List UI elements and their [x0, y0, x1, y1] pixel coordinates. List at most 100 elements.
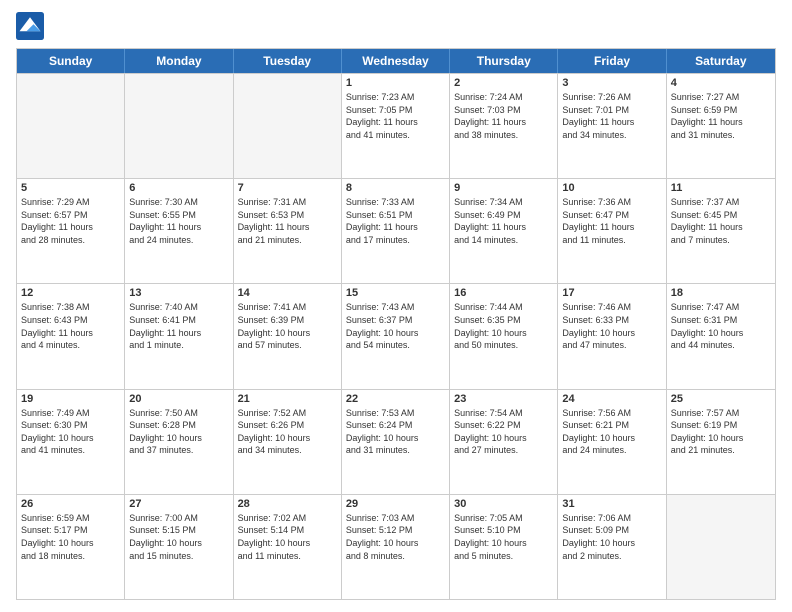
day-number: 11 — [671, 182, 771, 194]
day-number: 22 — [346, 393, 445, 405]
day-info: Sunrise: 7:52 AM Sunset: 6:26 PM Dayligh… — [238, 407, 337, 457]
day-cell-12: 12 Sunrise: 7:38 AM Sunset: 6:43 PM Dayli… — [17, 284, 125, 388]
day-number: 9 — [454, 182, 553, 194]
day-cell-14: 14 Sunrise: 7:41 AM Sunset: 6:39 PM Dayli… — [234, 284, 342, 388]
day-number: 1 — [346, 77, 445, 89]
day-info: Sunrise: 7:24 AM Sunset: 7:03 PM Dayligh… — [454, 91, 553, 141]
day-info: Sunrise: 7:34 AM Sunset: 6:49 PM Dayligh… — [454, 196, 553, 246]
logo — [16, 12, 48, 40]
day-number: 4 — [671, 77, 771, 89]
day-number: 6 — [129, 182, 228, 194]
day-info: Sunrise: 7:29 AM Sunset: 6:57 PM Dayligh… — [21, 196, 120, 246]
day-cell-13: 13 Sunrise: 7:40 AM Sunset: 6:41 PM Dayli… — [125, 284, 233, 388]
day-cell-empty-4-6 — [667, 495, 775, 599]
calendar-body: 1 Sunrise: 7:23 AM Sunset: 7:05 PM Daylig… — [17, 73, 775, 599]
day-info: Sunrise: 7:41 AM Sunset: 6:39 PM Dayligh… — [238, 301, 337, 351]
day-cell-21: 21 Sunrise: 7:52 AM Sunset: 6:26 PM Dayli… — [234, 390, 342, 494]
day-cell-23: 23Sunrise: 7:54 AM Sunset: 6:22 PM Dayli… — [450, 390, 558, 494]
calendar-row-0: 1 Sunrise: 7:23 AM Sunset: 7:05 PM Daylig… — [17, 73, 775, 178]
day-info: Sunrise: 7:46 AM Sunset: 6:33 PM Dayligh… — [562, 301, 661, 351]
day-cell-25: 25 Sunrise: 7:57 AM Sunset: 6:19 PM Dayli… — [667, 390, 775, 494]
calendar-row-3: 19 Sunrise: 7:49 AM Sunset: 6:30 PM Dayli… — [17, 389, 775, 494]
day-number: 8 — [346, 182, 445, 194]
day-number: 15 — [346, 287, 445, 299]
day-number: 20 — [129, 393, 228, 405]
day-number: 19 — [21, 393, 120, 405]
day-cell-11: 11 Sunrise: 7:37 AM Sunset: 6:45 PM Dayli… — [667, 179, 775, 283]
day-info: Sunrise: 7:05 AM Sunset: 5:10 PM Dayligh… — [454, 512, 553, 562]
day-number: 3 — [562, 77, 661, 89]
day-info: Sunrise: 7:36 AM Sunset: 6:47 PM Dayligh… — [562, 196, 661, 246]
day-info: Sunrise: 7:00 AM Sunset: 5:15 PM Dayligh… — [129, 512, 228, 562]
calendar-row-4: 26 Sunrise: 6:59 AM Sunset: 5:17 PM Dayli… — [17, 494, 775, 599]
day-cell-24: 24Sunrise: 7:56 AM Sunset: 6:21 PM Dayli… — [558, 390, 666, 494]
day-info: Sunrise: 6:59 AM Sunset: 5:17 PM Dayligh… — [21, 512, 120, 562]
day-number: 28 — [238, 498, 337, 510]
calendar-row-2: 12 Sunrise: 7:38 AM Sunset: 6:43 PM Dayli… — [17, 283, 775, 388]
day-info: Sunrise: 7:03 AM Sunset: 5:12 PM Dayligh… — [346, 512, 445, 562]
weekday-header-wednesday: Wednesday — [342, 49, 450, 73]
day-cell-26: 26 Sunrise: 6:59 AM Sunset: 5:17 PM Dayli… — [17, 495, 125, 599]
page-header — [16, 12, 776, 40]
day-cell-31: 31Sunrise: 7:06 AM Sunset: 5:09 PM Dayli… — [558, 495, 666, 599]
day-info: Sunrise: 7:54 AM Sunset: 6:22 PM Dayligh… — [454, 407, 553, 457]
day-info: Sunrise: 7:23 AM Sunset: 7:05 PM Dayligh… — [346, 91, 445, 141]
weekday-header-monday: Monday — [125, 49, 233, 73]
day-cell-29: 29Sunrise: 7:03 AM Sunset: 5:12 PM Dayli… — [342, 495, 450, 599]
weekday-header-saturday: Saturday — [667, 49, 775, 73]
day-number: 13 — [129, 287, 228, 299]
calendar: SundayMondayTuesdayWednesdayThursdayFrid… — [16, 48, 776, 600]
day-cell-4: 4 Sunrise: 7:27 AM Sunset: 6:59 PM Daylig… — [667, 74, 775, 178]
calendar-row-1: 5 Sunrise: 7:29 AM Sunset: 6:57 PM Daylig… — [17, 178, 775, 283]
day-info: Sunrise: 7:31 AM Sunset: 6:53 PM Dayligh… — [238, 196, 337, 246]
weekday-header-friday: Friday — [558, 49, 666, 73]
weekday-header-sunday: Sunday — [17, 49, 125, 73]
day-number: 7 — [238, 182, 337, 194]
day-cell-3: 3Sunrise: 7:26 AM Sunset: 7:01 PM Daylig… — [558, 74, 666, 178]
day-info: Sunrise: 7:47 AM Sunset: 6:31 PM Dayligh… — [671, 301, 771, 351]
day-info: Sunrise: 7:38 AM Sunset: 6:43 PM Dayligh… — [21, 301, 120, 351]
day-cell-15: 15 Sunrise: 7:43 AM Sunset: 6:37 PM Dayli… — [342, 284, 450, 388]
day-cell-22: 22 Sunrise: 7:53 AM Sunset: 6:24 PM Dayli… — [342, 390, 450, 494]
day-number: 12 — [21, 287, 120, 299]
day-cell-16: 16Sunrise: 7:44 AM Sunset: 6:35 PM Dayli… — [450, 284, 558, 388]
day-cell-30: 30 Sunrise: 7:05 AM Sunset: 5:10 PM Dayli… — [450, 495, 558, 599]
day-info: Sunrise: 7:49 AM Sunset: 6:30 PM Dayligh… — [21, 407, 120, 457]
day-number: 26 — [21, 498, 120, 510]
day-info: Sunrise: 7:43 AM Sunset: 6:37 PM Dayligh… — [346, 301, 445, 351]
day-info: Sunrise: 7:40 AM Sunset: 6:41 PM Dayligh… — [129, 301, 228, 351]
day-info: Sunrise: 7:27 AM Sunset: 6:59 PM Dayligh… — [671, 91, 771, 141]
day-number: 31 — [562, 498, 661, 510]
day-number: 10 — [562, 182, 661, 194]
day-cell-5: 5 Sunrise: 7:29 AM Sunset: 6:57 PM Daylig… — [17, 179, 125, 283]
day-info: Sunrise: 7:50 AM Sunset: 6:28 PM Dayligh… — [129, 407, 228, 457]
day-cell-28: 28 Sunrise: 7:02 AM Sunset: 5:14 PM Dayli… — [234, 495, 342, 599]
day-number: 17 — [562, 287, 661, 299]
day-cell-8: 8 Sunrise: 7:33 AM Sunset: 6:51 PM Daylig… — [342, 179, 450, 283]
day-cell-10: 10 Sunrise: 7:36 AM Sunset: 6:47 PM Dayli… — [558, 179, 666, 283]
day-info: Sunrise: 7:33 AM Sunset: 6:51 PM Dayligh… — [346, 196, 445, 246]
day-info: Sunrise: 7:30 AM Sunset: 6:55 PM Dayligh… — [129, 196, 228, 246]
day-cell-empty-0-1 — [125, 74, 233, 178]
day-info: Sunrise: 7:02 AM Sunset: 5:14 PM Dayligh… — [238, 512, 337, 562]
calendar-header: SundayMondayTuesdayWednesdayThursdayFrid… — [17, 49, 775, 73]
weekday-header-tuesday: Tuesday — [234, 49, 342, 73]
day-info: Sunrise: 7:56 AM Sunset: 6:21 PM Dayligh… — [562, 407, 661, 457]
day-info: Sunrise: 7:57 AM Sunset: 6:19 PM Dayligh… — [671, 407, 771, 457]
logo-icon — [16, 12, 44, 40]
day-cell-empty-0-0 — [17, 74, 125, 178]
day-cell-9: 9 Sunrise: 7:34 AM Sunset: 6:49 PM Daylig… — [450, 179, 558, 283]
day-info: Sunrise: 7:53 AM Sunset: 6:24 PM Dayligh… — [346, 407, 445, 457]
day-number: 14 — [238, 287, 337, 299]
day-number: 30 — [454, 498, 553, 510]
day-number: 21 — [238, 393, 337, 405]
day-number: 5 — [21, 182, 120, 194]
day-cell-27: 27Sunrise: 7:00 AM Sunset: 5:15 PM Dayli… — [125, 495, 233, 599]
day-number: 25 — [671, 393, 771, 405]
day-cell-17: 17 Sunrise: 7:46 AM Sunset: 6:33 PM Dayli… — [558, 284, 666, 388]
day-number: 16 — [454, 287, 553, 299]
day-info: Sunrise: 7:37 AM Sunset: 6:45 PM Dayligh… — [671, 196, 771, 246]
day-cell-19: 19 Sunrise: 7:49 AM Sunset: 6:30 PM Dayli… — [17, 390, 125, 494]
day-cell-2: 2Sunrise: 7:24 AM Sunset: 7:03 PM Daylig… — [450, 74, 558, 178]
day-cell-1: 1 Sunrise: 7:23 AM Sunset: 7:05 PM Daylig… — [342, 74, 450, 178]
